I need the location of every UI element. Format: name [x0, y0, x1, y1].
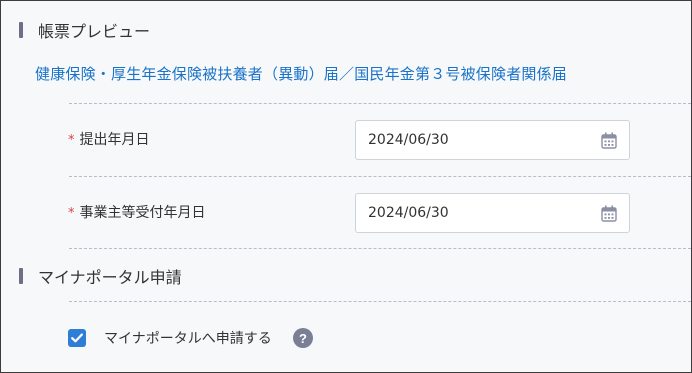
section-bar-icon: [19, 22, 23, 38]
required-mark: *: [68, 205, 75, 221]
myna-apply-checkbox-label[interactable]: マイナポータルへ申請する: [104, 328, 272, 348]
required-mark: *: [68, 132, 75, 148]
form-panel: 帳票プレビュー 健康保険・厚生年金保険被扶養者（異動）届／国民年金第３号被保険者…: [0, 0, 692, 373]
section-title-preview: 帳票プレビュー: [38, 22, 151, 41]
checkmark-icon: [71, 333, 83, 343]
question-circle-icon[interactable]: ?: [293, 328, 313, 348]
divider: [69, 248, 691, 249]
myna-apply-checkbox[interactable]: [68, 329, 86, 347]
employer-receipt-date-label: * 事業主等受付年月日: [68, 202, 206, 222]
employer-receipt-date-value: 2024/06/30: [368, 205, 449, 221]
submission-date-input[interactable]: 2024/06/30: [355, 120, 630, 160]
calendar-icon[interactable]: [601, 205, 617, 222]
submission-date-label-text: 提出年月日: [79, 132, 150, 148]
submission-date-label: * 提出年月日: [68, 129, 150, 149]
divider: [69, 176, 691, 177]
section-title-myna: マイナポータル申請: [38, 268, 182, 287]
divider: [69, 301, 691, 302]
section-heading-preview: 帳票プレビュー: [19, 18, 150, 42]
submission-date-value: 2024/06/30: [368, 132, 449, 148]
form-title-link[interactable]: 健康保険・厚生年金保険被扶養者（異動）届／国民年金第３号被保険者関係届: [35, 63, 567, 84]
calendar-icon[interactable]: [601, 132, 617, 149]
section-heading-myna: マイナポータル申請: [19, 264, 182, 288]
employer-receipt-date-input[interactable]: 2024/06/30: [355, 193, 630, 233]
employer-receipt-date-label-text: 事業主等受付年月日: [79, 205, 206, 221]
section-bar-icon: [19, 268, 23, 284]
divider: [69, 103, 691, 104]
